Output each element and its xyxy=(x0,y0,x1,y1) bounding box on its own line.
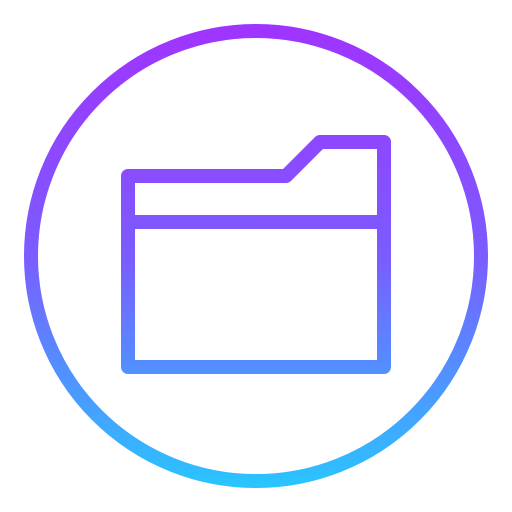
folder-circle-icon xyxy=(0,0,512,512)
folder-icon-svg xyxy=(24,24,488,488)
folder-outline xyxy=(121,135,391,374)
outer-circle-ring xyxy=(24,24,488,488)
